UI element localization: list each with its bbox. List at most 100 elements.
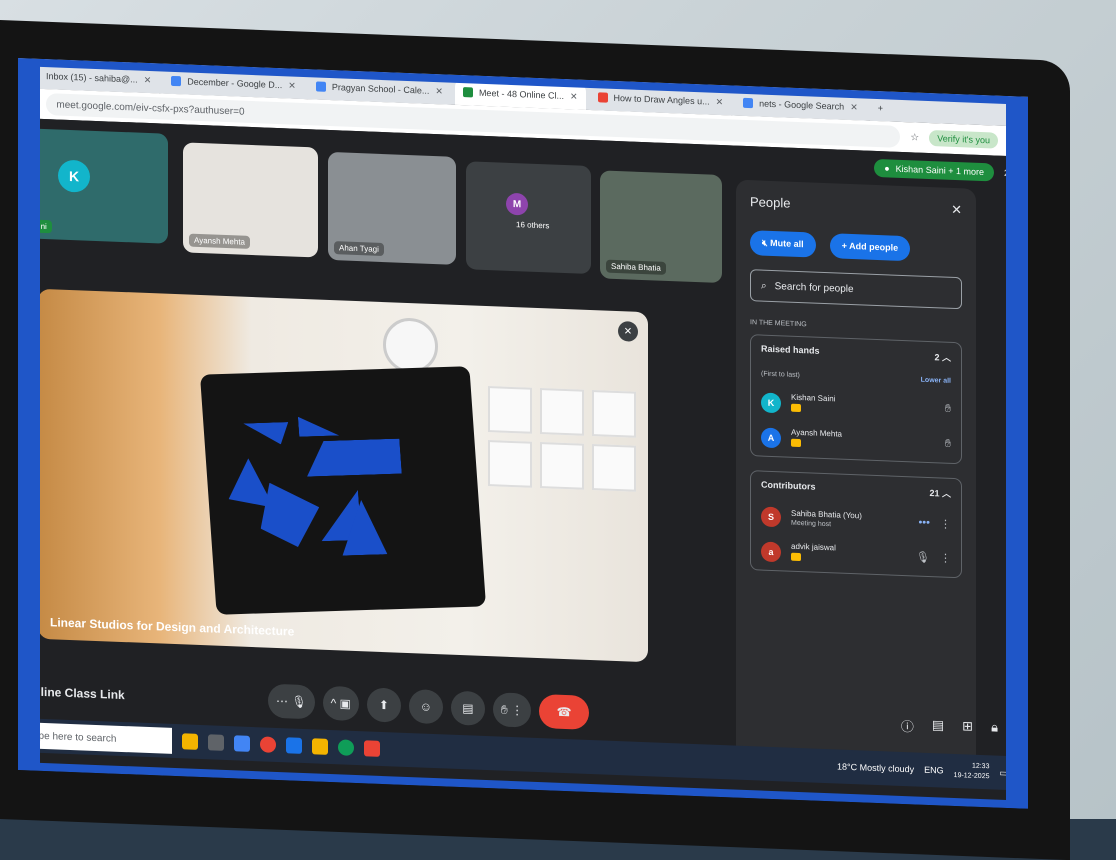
close-icon[interactable]: ✕: [144, 74, 152, 85]
kebab-menu-icon[interactable]: ⋮: [940, 551, 951, 564]
list-item[interactable]: K Kishan Saini ✋︎: [761, 392, 951, 420]
tab-label: Meet - 48 Online Cl...: [479, 88, 564, 101]
participant-count: 21: [1004, 168, 1014, 178]
lang-text[interactable]: ENG: [924, 765, 944, 776]
raised-hand-icon[interactable]: ✋︎: [945, 438, 951, 451]
mic-off-icon[interactable]: 🎙︎: [916, 550, 930, 564]
chevron-up-icon[interactable]: ︿: [942, 352, 951, 362]
copilot-icon[interactable]: [182, 733, 198, 750]
people-panel: People ✕ 🔇︎ Mute all + Add people ⌕ Search…: [736, 180, 976, 769]
date-text: 19-12-2025: [954, 771, 990, 782]
close-icon[interactable]: ✕: [435, 86, 443, 97]
meet-topbar: ●Kishan Saini + 1 more 21: [874, 159, 1014, 182]
meet-icon: [463, 87, 473, 97]
close-icon[interactable]: ✕: [570, 91, 578, 102]
gmail-icon: [30, 70, 40, 80]
star-icon[interactable]: ☆: [910, 132, 919, 143]
tab-label: nets - Google Search: [759, 98, 844, 111]
clock[interactable]: 12:3319-12-2025: [954, 761, 990, 782]
presenting-chip[interactable]: ●Kishan Saini + 1 more: [874, 159, 994, 182]
host-controls-icon[interactable]: 🔒︎: [991, 719, 998, 738]
url-text: meet.google.com/eiv-csfx-pxs?authuser=0: [56, 99, 244, 117]
new-tab-button[interactable]: +: [870, 95, 891, 122]
close-icon[interactable]: ✕: [850, 101, 858, 112]
tab-label: December - Google D...: [187, 77, 282, 91]
contributors-group: Contributors21 ︿ S Sahiba Bhatia (You)Me…: [750, 470, 962, 578]
person-name: Kishan Saini: [791, 393, 835, 404]
folder-icon[interactable]: [312, 738, 328, 755]
people-search-input[interactable]: ⌕ Search for people: [750, 269, 962, 309]
info-icon[interactable]: ⓘ: [901, 715, 914, 735]
taskview-icon[interactable]: [208, 734, 224, 751]
activities-icon[interactable]: ⊞: [962, 718, 973, 737]
tab-label: Inbox (15) - sahiba@...: [46, 71, 138, 85]
more-options-icon[interactable]: •••: [918, 517, 930, 529]
kebab-menu-icon[interactable]: ⋮: [940, 517, 951, 530]
list-item[interactable]: a advik jaiswal 🎙︎ ⋮: [761, 541, 951, 569]
camera-button[interactable]: ^ ▣: [323, 686, 359, 721]
avatar: S: [761, 507, 781, 528]
contributors-header[interactable]: Contributors21 ︿: [761, 480, 951, 500]
meet-stage: ●Kishan Saini + 1 more 21 K Saini Ayansh…: [18, 118, 1028, 809]
end-call-button[interactable]: ☎: [539, 694, 589, 730]
person-name: Ayansh Mehta: [791, 428, 842, 439]
more-options-button[interactable]: ⋯ 🎙︎: [268, 684, 315, 720]
main-video[interactable]: ✕ Linear Studios for Design and Architec…: [38, 289, 648, 662]
badge-icon: [791, 439, 801, 447]
person-name: Sahiba Bhatia (You): [791, 509, 862, 521]
participant-tile[interactable]: Sahiba Bhatia: [600, 170, 722, 283]
raised-hands-header[interactable]: Raised hands2 ︿: [761, 344, 951, 364]
participant-tile[interactable]: M 16 others: [466, 161, 591, 274]
group-title: Contributors: [761, 480, 816, 495]
chrome-icon[interactable]: [364, 740, 380, 757]
present-button[interactable]: ⬆: [367, 687, 401, 722]
add-person-icon: +: [842, 241, 849, 251]
avatar: A: [761, 427, 781, 448]
chevron-up-icon[interactable]: ︿: [942, 488, 951, 498]
badge-icon: [791, 553, 801, 561]
reload-icon[interactable]: ⟳: [28, 98, 36, 109]
chrome-icon[interactable]: [260, 736, 276, 753]
emoji-button[interactable]: ☺: [409, 689, 443, 724]
chat-icon[interactable]: ▤: [932, 717, 944, 736]
list-item[interactable]: A Ayansh Mehta ✋︎: [761, 427, 951, 455]
panel-title: People: [750, 194, 790, 212]
raised-hand-icon[interactable]: ✋︎: [945, 403, 951, 416]
avatar: K: [761, 392, 781, 413]
tangram-board: [200, 366, 486, 615]
participant-tile[interactable]: Ayansh Mehta: [183, 142, 318, 257]
close-icon[interactable]: ✕: [951, 202, 962, 218]
mute-all-button[interactable]: 🔇︎ Mute all: [750, 230, 816, 258]
participant-tile[interactable]: Ahan Tyagi: [328, 152, 456, 265]
tab-label: Pragyan School - Cale...: [332, 82, 430, 96]
person-role: Meeting host: [791, 520, 908, 532]
lower-all-button[interactable]: Lower all: [921, 377, 951, 385]
participant-tile[interactable]: K Saini: [18, 128, 168, 244]
captions-button[interactable]: ▤: [451, 691, 485, 726]
menu-icon[interactable]: ⋮: [1008, 136, 1018, 147]
store-icon[interactable]: [234, 735, 250, 752]
search-placeholder: Search for people: [775, 281, 854, 295]
close-icon[interactable]: ✕: [716, 96, 724, 107]
search-icon: ⌕: [761, 280, 767, 291]
main-video-caption: Linear Studios for Design and Architectu…: [50, 615, 294, 638]
taskbar-search[interactable]: Type here to search: [22, 722, 172, 754]
person-name: advik jaiswal: [791, 542, 836, 553]
mic-off-icon: ✕: [618, 321, 638, 342]
list-item[interactable]: S Sahiba Bhatia (You)Meeting host ••• ⋮: [761, 507, 951, 534]
notification-icon[interactable]: ▭: [999, 767, 1008, 778]
app-icon[interactable]: [286, 737, 302, 754]
close-icon[interactable]: ✕: [288, 80, 296, 91]
weather-text[interactable]: 18°C Mostly cloudy: [837, 761, 914, 774]
add-people-label: Add people: [849, 241, 898, 253]
tile-name: Ahan Tyagi: [334, 241, 384, 256]
verify-button[interactable]: Verify it's you: [929, 130, 998, 149]
google-icon: [743, 98, 753, 108]
raise-hand-button[interactable]: ✋︎ ⋮: [493, 692, 531, 727]
badge-icon: [791, 404, 801, 412]
add-people-button[interactable]: + Add people: [830, 233, 910, 261]
wall-frames: [488, 386, 636, 492]
avatar: a: [761, 541, 781, 562]
avatar: K: [58, 160, 90, 193]
edge-icon[interactable]: [338, 739, 354, 756]
